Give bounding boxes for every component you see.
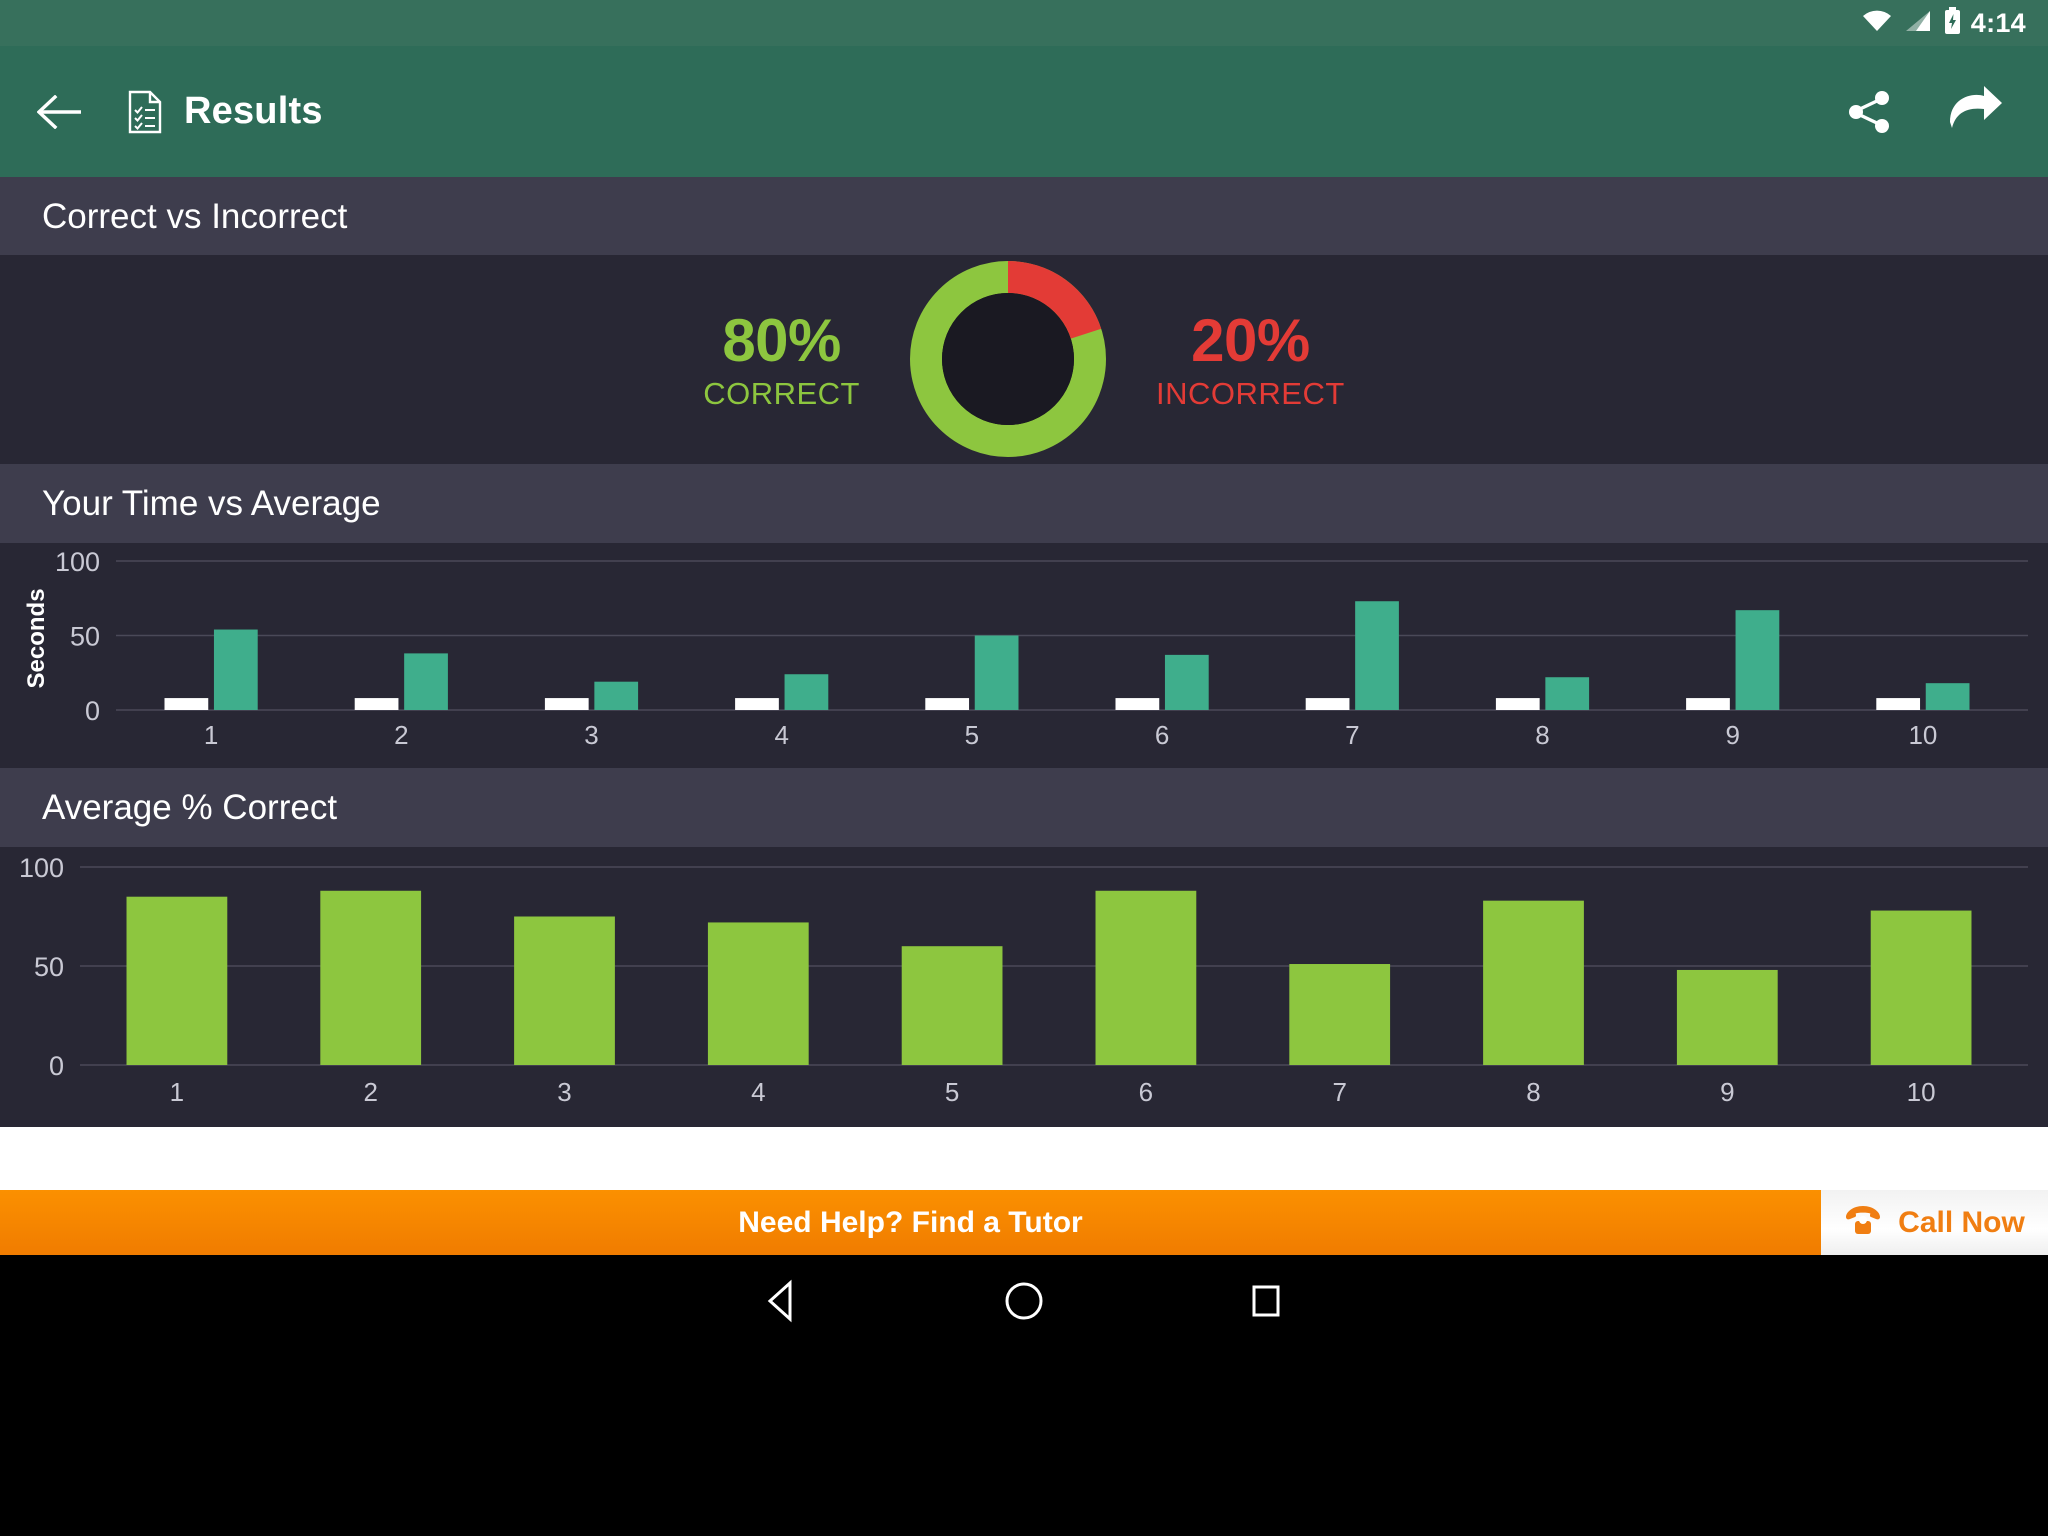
bar [514, 916, 615, 1065]
y-axis-tick-label: 0 [49, 1051, 64, 1081]
time-vs-average-chart-panel: 0 50 100 Seconds 1 2 3 4 5 6 7 8 9 10 [0, 543, 2048, 768]
correct-label: CORRECT [703, 375, 860, 411]
tutor-banner: Need Help? Find a Tutor Call Now [0, 1190, 2048, 1255]
results-document-icon [128, 90, 162, 134]
x-axis-tick-label: 1 [170, 1077, 184, 1107]
back-arrow-icon[interactable] [28, 80, 92, 144]
nav-home-circle-icon[interactable] [989, 1266, 1059, 1336]
bar [925, 698, 970, 710]
y-axis-tick-label: 100 [19, 853, 64, 883]
app-bar-actions [1844, 82, 2020, 142]
wifi-icon [1862, 9, 1892, 38]
bar [1495, 698, 1540, 710]
bar [1870, 910, 1972, 1065]
x-axis-tick-label: 10 [1907, 1077, 1936, 1107]
app-bar: Results [0, 46, 2048, 177]
nav-back-triangle-icon[interactable] [747, 1266, 817, 1336]
bar [974, 635, 1019, 710]
x-axis-tick-label: 8 [1535, 720, 1549, 750]
x-axis-tick-label: 10 [1908, 720, 1937, 750]
correct-stat: 80% CORRECT [703, 309, 860, 411]
donut-chart-wrap: 80% CORRECT 20% INCORRECT [703, 257, 1345, 462]
bar [404, 653, 448, 710]
x-axis-tick-label: 1 [204, 720, 218, 750]
y-axis-tick-label: 0 [85, 696, 100, 726]
x-axis-tick-label: 6 [1139, 1077, 1153, 1107]
x-axis-tick-label: 7 [1345, 720, 1359, 750]
incorrect-percent: 20% [1191, 306, 1310, 374]
x-axis-tick-label: 7 [1332, 1077, 1346, 1107]
app-bar-left: Results [28, 80, 323, 144]
bar [901, 946, 1003, 1065]
bar [1355, 601, 1399, 710]
bar [213, 629, 258, 710]
x-axis-tick-label: 4 [751, 1077, 765, 1107]
bar [735, 698, 779, 710]
bar [707, 922, 809, 1065]
section-header-correct-vs-incorrect: Correct vs Incorrect [0, 177, 2048, 255]
incorrect-stat: 20% INCORRECT [1156, 309, 1345, 411]
call-now-button[interactable]: Call Now [1821, 1190, 2048, 1255]
bar [320, 890, 422, 1065]
cellular-signal-icon [1904, 9, 1932, 38]
correct-percent: 80% [722, 306, 841, 374]
bar [1483, 900, 1584, 1065]
bar [1676, 969, 1778, 1065]
bar [1876, 698, 1921, 710]
x-axis-tick-label: 2 [394, 720, 408, 750]
bar [1735, 610, 1780, 710]
x-axis-tick-label: 9 [1725, 720, 1739, 750]
x-axis-tick-label: 2 [363, 1077, 377, 1107]
ad-whitespace [0, 1127, 2048, 1190]
bar [1095, 890, 1197, 1065]
x-axis-tick-label: 4 [774, 720, 788, 750]
y-axis-title: Seconds [23, 588, 50, 688]
x-axis-tick-label: 6 [1155, 720, 1169, 750]
bar [164, 698, 209, 710]
x-axis-tick-label: 5 [945, 1077, 959, 1107]
x-axis-tick-label: 3 [557, 1077, 571, 1107]
section-header-average-percent-correct: Average % Correct [0, 768, 2048, 847]
incorrect-label: INCORRECT [1156, 375, 1345, 411]
bar [1164, 654, 1209, 710]
page-title: Results [184, 90, 323, 132]
bar [126, 896, 228, 1065]
telephone-icon [1844, 1203, 1882, 1242]
x-axis-tick-label: 3 [584, 720, 598, 750]
nav-recents-square-icon[interactable] [1231, 1266, 1301, 1336]
status-bar-icons [1862, 7, 1961, 39]
average-correct-chart-panel: 0 50 100 1 2 3 4 5 6 7 8 9 10 [0, 847, 2048, 1127]
bar [1545, 677, 1590, 710]
android-nav-bar [0, 1255, 2048, 1347]
time-vs-average-chart: 0 50 100Seconds 1 2 3 4 5 6 7 8 9 10 [23, 547, 2028, 750]
x-axis-tick-label: 8 [1526, 1077, 1540, 1107]
donut-chart-panel: 80% CORRECT 20% INCORRECT [0, 255, 2048, 464]
status-bar-clock: 4:14 [1970, 7, 2026, 38]
bar [1925, 683, 1970, 710]
send-forward-icon[interactable] [1942, 82, 2006, 142]
y-axis-tick-label: 50 [70, 622, 100, 652]
status-bar: 4:14 [0, 0, 2048, 46]
section-header-your-time-vs-average: Your Time vs Average [0, 464, 2048, 543]
battery-charging-icon [1944, 7, 1961, 39]
bar [544, 698, 589, 710]
x-axis-tick-label: 9 [1720, 1077, 1734, 1107]
share-icon[interactable] [1844, 86, 1896, 138]
bar [354, 698, 399, 710]
bar [594, 681, 639, 710]
x-axis-tick-label: 5 [965, 720, 979, 750]
y-axis-tick-label: 50 [34, 952, 64, 982]
bar [784, 674, 829, 710]
bar [1115, 698, 1160, 710]
bar [1305, 698, 1350, 710]
bar [1686, 698, 1730, 710]
y-axis-tick-label: 100 [55, 547, 100, 577]
find-a-tutor-label: Need Help? Find a Tutor [738, 1205, 1083, 1239]
find-a-tutor-button[interactable]: Need Help? Find a Tutor [0, 1190, 1821, 1255]
bar [1289, 964, 1391, 1065]
average-percent-correct-chart: 0 50 100 1 2 3 4 5 6 7 8 9 10 [19, 853, 2028, 1107]
donut-chart [908, 257, 1108, 462]
call-now-label: Call Now [1898, 1205, 2025, 1239]
